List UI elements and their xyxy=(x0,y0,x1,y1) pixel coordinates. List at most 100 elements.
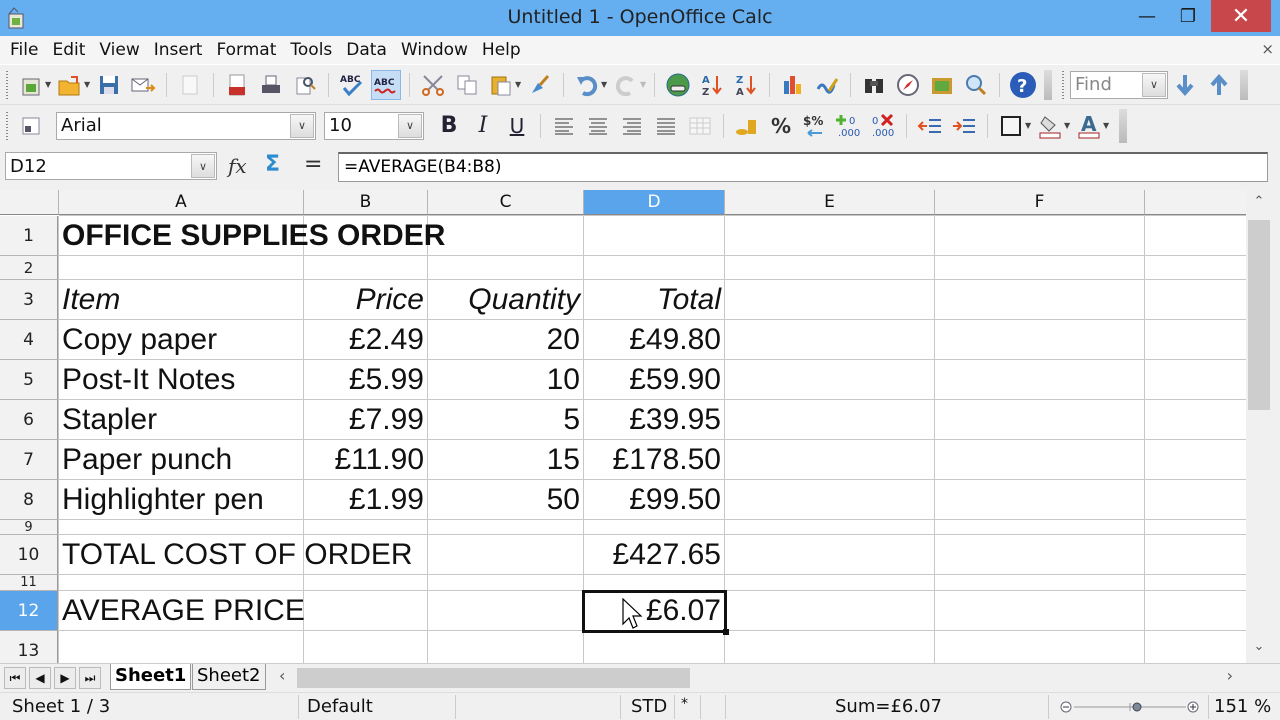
cell-item[interactable]: Stapler xyxy=(59,400,304,440)
close-button[interactable]: ✕ xyxy=(1211,0,1271,32)
menu-window[interactable]: Window xyxy=(401,40,468,60)
decrease-indent-button[interactable] xyxy=(915,111,945,141)
find-dropdown[interactable]: ∨ xyxy=(1142,72,1166,97)
cell-total[interactable]: £49.80 xyxy=(584,320,725,360)
find-input[interactable]: Find ∨ xyxy=(1070,70,1168,99)
cell-item[interactable]: Post-It Notes xyxy=(59,360,304,400)
redo-button[interactable] xyxy=(611,70,641,100)
find-toolbar-overflow-button[interactable] xyxy=(1240,69,1248,100)
close-document-button[interactable]: × xyxy=(1261,40,1274,58)
cell-c3-header[interactable]: Quantity xyxy=(428,280,584,320)
new-button[interactable] xyxy=(16,70,46,100)
horizontal-scroll-thumb[interactable] xyxy=(297,668,690,688)
column-header-f[interactable]: F xyxy=(935,190,1145,215)
cell-quantity[interactable]: 15 xyxy=(428,440,584,480)
gallery-button[interactable] xyxy=(927,70,957,100)
column-header-a[interactable]: A xyxy=(59,190,304,215)
edit-file-button[interactable] xyxy=(175,70,205,100)
row-header-1[interactable]: 1 xyxy=(0,216,58,256)
bold-button[interactable]: B xyxy=(434,111,464,141)
new-dropdown[interactable]: ▼ xyxy=(45,80,53,89)
cell-total[interactable]: £178.50 xyxy=(584,440,725,480)
redo-dropdown[interactable]: ▼ xyxy=(640,80,648,89)
sheet-tab-sheet1[interactable]: Sheet1 xyxy=(110,664,192,690)
cell-price[interactable]: £7.99 xyxy=(304,400,428,440)
last-sheet-button[interactable]: ⏭ xyxy=(79,667,101,689)
spreadsheet-grid[interactable]: A B C D E F 1 2 3 4 5 6 7 8 9 10 11 12 1… xyxy=(0,190,1246,663)
row-header-13[interactable]: 13 xyxy=(0,631,58,663)
cell-total[interactable]: £39.95 xyxy=(584,400,725,440)
sort-ascending-button[interactable]: AZ xyxy=(697,70,727,100)
navigator-button[interactable] xyxy=(893,70,923,100)
row-header-10[interactable]: 10 xyxy=(0,535,58,575)
row-header-8[interactable]: 8 xyxy=(0,480,58,520)
row-header-2[interactable]: 2 xyxy=(0,256,58,280)
row-header-4[interactable]: 4 xyxy=(0,320,58,360)
chart-button[interactable] xyxy=(778,70,808,100)
column-header-c[interactable]: C xyxy=(428,190,584,215)
autospellcheck-button[interactable]: ABC xyxy=(371,69,401,100)
font-name-dropdown[interactable]: ∨ xyxy=(290,113,314,138)
menu-view[interactable]: View xyxy=(99,40,139,60)
restore-button[interactable]: ❐ xyxy=(1165,0,1211,32)
spellcheck-button[interactable]: ABC xyxy=(337,70,367,100)
zoom-level[interactable]: 151 % xyxy=(1214,696,1271,717)
paste-button[interactable] xyxy=(486,70,516,100)
row-header-12[interactable]: 12 xyxy=(0,591,58,631)
hyperlink-button[interactable] xyxy=(663,70,693,100)
menu-format[interactable]: Format xyxy=(216,40,276,60)
scroll-up-button[interactable]: ⌃ xyxy=(1246,194,1272,216)
styles-button[interactable] xyxy=(16,111,46,141)
function-wizard-icon[interactable]: fx xyxy=(228,154,247,178)
cell-quantity[interactable]: 50 xyxy=(428,480,584,520)
formula-input[interactable]: =AVERAGE(B4:B8) xyxy=(338,152,1268,182)
horizontal-scrollbar[interactable]: ‹ › xyxy=(275,666,1241,690)
select-all-corner[interactable] xyxy=(0,190,59,215)
cell-price[interactable]: £11.90 xyxy=(304,440,428,480)
open-dropdown[interactable]: ▼ xyxy=(84,80,92,89)
column-header-d[interactable]: D xyxy=(584,190,725,215)
name-box-dropdown[interactable]: ∨ xyxy=(191,154,215,178)
toolbar-grip[interactable] xyxy=(6,111,8,140)
minimize-button[interactable]: — xyxy=(1124,0,1170,32)
cell-quantity[interactable]: 5 xyxy=(428,400,584,440)
help-button[interactable]: ? xyxy=(1008,70,1038,100)
align-right-button[interactable] xyxy=(617,111,647,141)
cell-a12-average-label[interactable]: AVERAGE PRICE xyxy=(59,591,584,631)
find-toolbar-grip[interactable] xyxy=(1062,70,1064,99)
font-name-box[interactable]: Arial ∨ xyxy=(56,111,316,140)
zoom-button[interactable] xyxy=(961,70,991,100)
menu-tools[interactable]: Tools xyxy=(290,40,332,60)
standard-format-button[interactable]: $% xyxy=(800,111,830,141)
email-button[interactable] xyxy=(128,70,158,100)
row-header-9[interactable]: 9 xyxy=(0,520,58,535)
menu-data[interactable]: Data xyxy=(346,40,387,60)
undo-button[interactable] xyxy=(572,70,602,100)
vertical-scroll-thumb[interactable] xyxy=(1248,220,1270,410)
cell-item[interactable]: Paper punch xyxy=(59,440,304,480)
menu-edit[interactable]: Edit xyxy=(52,40,85,60)
font-size-dropdown[interactable]: ∨ xyxy=(398,113,422,138)
borders-dropdown[interactable]: ▼ xyxy=(1025,121,1033,130)
cell-price[interactable]: £2.49 xyxy=(304,320,428,360)
italic-button[interactable]: I xyxy=(468,111,498,141)
name-box[interactable]: D12 ∨ xyxy=(5,152,217,180)
percent-button[interactable]: % xyxy=(766,111,796,141)
cell-a3-header[interactable]: Item xyxy=(59,280,304,320)
page-preview-button[interactable] xyxy=(290,70,320,100)
save-button[interactable] xyxy=(94,70,124,100)
underline-button[interactable]: U xyxy=(502,111,532,141)
toolbar-overflow-button[interactable] xyxy=(1119,108,1127,143)
zoom-slider[interactable] xyxy=(1060,699,1200,715)
scroll-left-button[interactable]: ‹ xyxy=(279,666,285,685)
row-header-7[interactable]: 7 xyxy=(0,440,58,480)
paste-dropdown[interactable]: ▼ xyxy=(515,80,523,89)
open-button[interactable] xyxy=(55,70,85,100)
scroll-right-button[interactable]: › xyxy=(1227,666,1233,685)
function-equals-icon[interactable]: = xyxy=(304,152,322,177)
align-left-button[interactable] xyxy=(549,111,579,141)
row-header-5[interactable]: 5 xyxy=(0,360,58,400)
sheet-tab-sheet2[interactable]: Sheet2 xyxy=(192,664,266,690)
toolbar-grip[interactable] xyxy=(6,70,8,99)
cell-quantity[interactable]: 20 xyxy=(428,320,584,360)
